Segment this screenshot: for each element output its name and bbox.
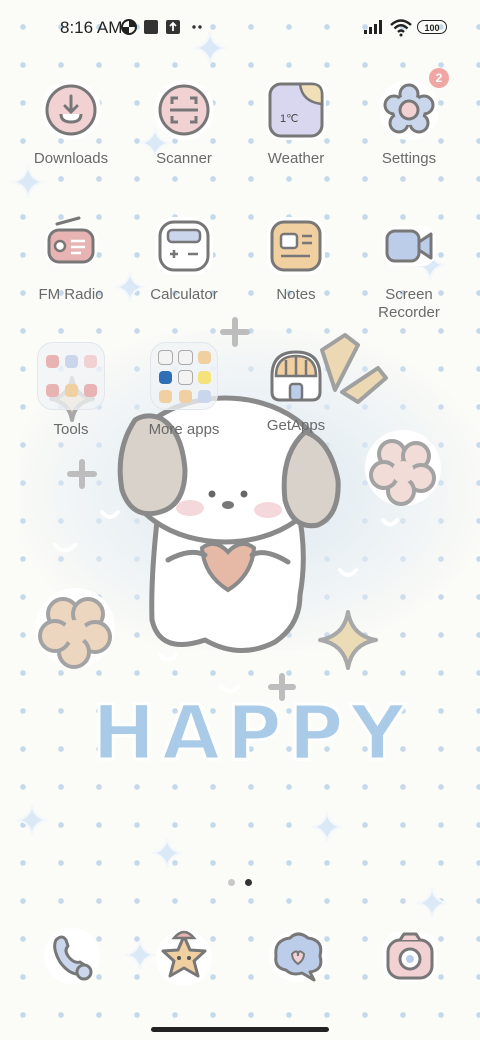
signal-icon bbox=[364, 20, 382, 34]
app-label: Notes bbox=[276, 286, 316, 303]
battery-icon: 100 bbox=[417, 20, 447, 34]
app-getapps[interactable]: GetApps bbox=[248, 342, 344, 435]
app-label: Scanner bbox=[156, 150, 212, 167]
notes-icon bbox=[264, 214, 328, 278]
app-calculator[interactable]: Calculator bbox=[136, 214, 232, 304]
camera-icon bbox=[383, 932, 437, 982]
screen-recorder-icon bbox=[377, 214, 441, 278]
folder-icon bbox=[150, 342, 218, 410]
app-label: Downloads bbox=[33, 150, 109, 167]
app-label: Tools bbox=[53, 421, 89, 438]
dock-camera[interactable] bbox=[380, 926, 440, 986]
app-label: FM Radio bbox=[38, 286, 104, 303]
weather-temp: 1℃ bbox=[280, 113, 299, 125]
folder-tools[interactable]: Tools bbox=[23, 342, 119, 439]
app-label: Calculator bbox=[150, 286, 218, 303]
flower-decoration bbox=[35, 588, 115, 669]
dock-messages[interactable] bbox=[268, 926, 328, 986]
calculator-icon bbox=[152, 214, 216, 278]
app-label-line2: Recorder bbox=[378, 304, 440, 321]
app-fm-radio[interactable]: FM Radio bbox=[23, 214, 119, 304]
getapps-icon bbox=[264, 342, 328, 406]
stop-icon bbox=[144, 20, 158, 34]
page-indicator-dot-active[interactable] bbox=[245, 879, 252, 886]
app-scanner[interactable]: Scanner bbox=[136, 78, 232, 168]
home-indicator[interactable] bbox=[151, 1027, 329, 1032]
app-notes[interactable]: Notes bbox=[248, 214, 344, 304]
dock-star-app[interactable] bbox=[154, 926, 214, 986]
page-indicator-dot[interactable] bbox=[228, 879, 235, 886]
more-dots-icon bbox=[192, 25, 202, 29]
radio-icon bbox=[39, 214, 103, 278]
app-screen-recorder[interactable]: Screen Recorder bbox=[361, 214, 457, 322]
messages-icon bbox=[269, 930, 327, 982]
app-settings[interactable]: 2 Settings bbox=[361, 68, 457, 168]
app-label: Settings bbox=[381, 150, 437, 167]
app-weather[interactable]: 1℃ Weather bbox=[248, 78, 344, 168]
phone-icon bbox=[44, 928, 100, 984]
scanner-icon bbox=[152, 78, 216, 142]
wallpaper-happy-text: HAPPY bbox=[91, 687, 411, 779]
app-downloads[interactable]: Downloads bbox=[23, 78, 119, 168]
status-time: 8:16 AM bbox=[60, 18, 123, 37]
dock-phone[interactable] bbox=[42, 926, 102, 986]
star-icon bbox=[156, 930, 212, 986]
status-bar: 8:16 AM 100 bbox=[0, 0, 480, 56]
folder-icon bbox=[37, 342, 105, 410]
app-label: GetApps bbox=[266, 417, 326, 434]
settings-icon: 2 bbox=[377, 68, 449, 142]
notification-badge: 2 bbox=[429, 68, 449, 88]
flower-decoration bbox=[365, 430, 441, 506]
app-label: Weather bbox=[267, 150, 325, 167]
weather-icon: 1℃ bbox=[264, 78, 328, 142]
data-saver-icon bbox=[121, 19, 137, 35]
upload-icon bbox=[166, 20, 180, 34]
downloads-icon bbox=[39, 78, 103, 142]
app-label-line1: Screen bbox=[385, 286, 433, 303]
app-label: Screen Recorder bbox=[361, 286, 457, 322]
wifi-icon bbox=[390, 19, 412, 37]
app-label: More apps bbox=[148, 421, 220, 438]
folder-more-apps[interactable]: More apps bbox=[136, 342, 232, 439]
